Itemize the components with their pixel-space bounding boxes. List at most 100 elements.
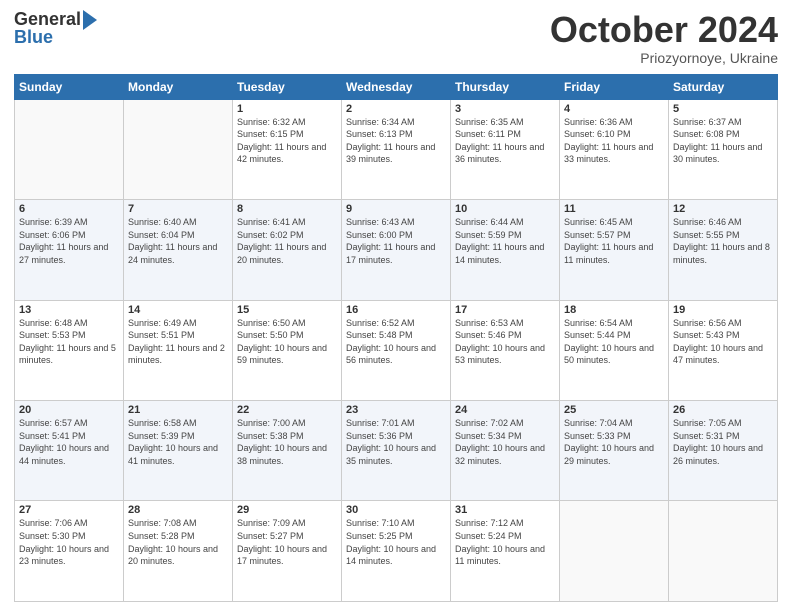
day-number: 10 xyxy=(455,203,555,215)
day-info: Sunrise: 6:46 AMSunset: 5:55 PMDaylight:… xyxy=(673,216,773,266)
day-info: Sunrise: 6:45 AMSunset: 5:57 PMDaylight:… xyxy=(564,216,664,266)
calendar-cell: 29Sunrise: 7:09 AMSunset: 5:27 PMDayligh… xyxy=(233,501,342,602)
calendar-cell: 3Sunrise: 6:35 AMSunset: 6:11 PMDaylight… xyxy=(451,99,560,199)
weekday-header-row: SundayMondayTuesdayWednesdayThursdayFrid… xyxy=(15,74,778,99)
calendar-cell: 5Sunrise: 6:37 AMSunset: 6:08 PMDaylight… xyxy=(669,99,778,199)
weekday-header-sunday: Sunday xyxy=(15,74,124,99)
calendar-cell: 16Sunrise: 6:52 AMSunset: 5:48 PMDayligh… xyxy=(342,300,451,400)
day-info: Sunrise: 6:35 AMSunset: 6:11 PMDaylight:… xyxy=(455,116,555,166)
day-info: Sunrise: 6:52 AMSunset: 5:48 PMDaylight:… xyxy=(346,317,446,367)
calendar-week-row: 20Sunrise: 6:57 AMSunset: 5:41 PMDayligh… xyxy=(15,401,778,501)
day-number: 18 xyxy=(564,304,664,316)
day-info: Sunrise: 6:48 AMSunset: 5:53 PMDaylight:… xyxy=(19,317,119,367)
calendar-week-row: 13Sunrise: 6:48 AMSunset: 5:53 PMDayligh… xyxy=(15,300,778,400)
location-subtitle: Priozyornoye, Ukraine xyxy=(550,50,778,66)
day-number: 27 xyxy=(19,504,119,516)
calendar-cell: 4Sunrise: 6:36 AMSunset: 6:10 PMDaylight… xyxy=(560,99,669,199)
day-info: Sunrise: 7:04 AMSunset: 5:33 PMDaylight:… xyxy=(564,417,664,467)
calendar-cell: 22Sunrise: 7:00 AMSunset: 5:38 PMDayligh… xyxy=(233,401,342,501)
calendar-cell: 9Sunrise: 6:43 AMSunset: 6:00 PMDaylight… xyxy=(342,200,451,300)
day-info: Sunrise: 7:02 AMSunset: 5:34 PMDaylight:… xyxy=(455,417,555,467)
day-number: 5 xyxy=(673,103,773,115)
calendar-cell: 10Sunrise: 6:44 AMSunset: 5:59 PMDayligh… xyxy=(451,200,560,300)
day-number: 1 xyxy=(237,103,337,115)
day-number: 19 xyxy=(673,304,773,316)
calendar-cell: 31Sunrise: 7:12 AMSunset: 5:24 PMDayligh… xyxy=(451,501,560,602)
calendar-cell: 15Sunrise: 6:50 AMSunset: 5:50 PMDayligh… xyxy=(233,300,342,400)
day-info: Sunrise: 7:12 AMSunset: 5:24 PMDaylight:… xyxy=(455,517,555,567)
day-number: 12 xyxy=(673,203,773,215)
calendar-cell: 7Sunrise: 6:40 AMSunset: 6:04 PMDaylight… xyxy=(124,200,233,300)
calendar-cell: 23Sunrise: 7:01 AMSunset: 5:36 PMDayligh… xyxy=(342,401,451,501)
day-info: Sunrise: 6:39 AMSunset: 6:06 PMDaylight:… xyxy=(19,216,119,266)
day-number: 3 xyxy=(455,103,555,115)
calendar-cell: 2Sunrise: 6:34 AMSunset: 6:13 PMDaylight… xyxy=(342,99,451,199)
day-info: Sunrise: 6:49 AMSunset: 5:51 PMDaylight:… xyxy=(128,317,228,367)
calendar-cell: 25Sunrise: 7:04 AMSunset: 5:33 PMDayligh… xyxy=(560,401,669,501)
day-number: 21 xyxy=(128,404,228,416)
day-info: Sunrise: 6:53 AMSunset: 5:46 PMDaylight:… xyxy=(455,317,555,367)
day-info: Sunrise: 6:32 AMSunset: 6:15 PMDaylight:… xyxy=(237,116,337,166)
calendar-cell: 30Sunrise: 7:10 AMSunset: 5:25 PMDayligh… xyxy=(342,501,451,602)
page: General Blue October 2024 Priozyornoye, … xyxy=(0,0,792,612)
calendar-cell: 6Sunrise: 6:39 AMSunset: 6:06 PMDaylight… xyxy=(15,200,124,300)
calendar-cell: 11Sunrise: 6:45 AMSunset: 5:57 PMDayligh… xyxy=(560,200,669,300)
day-info: Sunrise: 6:58 AMSunset: 5:39 PMDaylight:… xyxy=(128,417,228,467)
day-number: 13 xyxy=(19,304,119,316)
calendar-week-row: 1Sunrise: 6:32 AMSunset: 6:15 PMDaylight… xyxy=(15,99,778,199)
calendar-cell: 27Sunrise: 7:06 AMSunset: 5:30 PMDayligh… xyxy=(15,501,124,602)
calendar-cell: 12Sunrise: 6:46 AMSunset: 5:55 PMDayligh… xyxy=(669,200,778,300)
day-number: 22 xyxy=(237,404,337,416)
calendar-week-row: 27Sunrise: 7:06 AMSunset: 5:30 PMDayligh… xyxy=(15,501,778,602)
day-number: 11 xyxy=(564,203,664,215)
day-info: Sunrise: 7:08 AMSunset: 5:28 PMDaylight:… xyxy=(128,517,228,567)
day-number: 4 xyxy=(564,103,664,115)
calendar-cell xyxy=(124,99,233,199)
month-title: October 2024 xyxy=(550,10,778,50)
day-number: 31 xyxy=(455,504,555,516)
day-info: Sunrise: 6:41 AMSunset: 6:02 PMDaylight:… xyxy=(237,216,337,266)
calendar-cell: 21Sunrise: 6:58 AMSunset: 5:39 PMDayligh… xyxy=(124,401,233,501)
calendar-cell: 8Sunrise: 6:41 AMSunset: 6:02 PMDaylight… xyxy=(233,200,342,300)
day-number: 8 xyxy=(237,203,337,215)
day-info: Sunrise: 6:34 AMSunset: 6:13 PMDaylight:… xyxy=(346,116,446,166)
day-number: 6 xyxy=(19,203,119,215)
day-number: 7 xyxy=(128,203,228,215)
day-info: Sunrise: 6:54 AMSunset: 5:44 PMDaylight:… xyxy=(564,317,664,367)
day-info: Sunrise: 7:06 AMSunset: 5:30 PMDaylight:… xyxy=(19,517,119,567)
logo-arrow-icon xyxy=(83,10,97,30)
day-info: Sunrise: 6:36 AMSunset: 6:10 PMDaylight:… xyxy=(564,116,664,166)
day-info: Sunrise: 6:40 AMSunset: 6:04 PMDaylight:… xyxy=(128,216,228,266)
calendar-cell xyxy=(560,501,669,602)
calendar-week-row: 6Sunrise: 6:39 AMSunset: 6:06 PMDaylight… xyxy=(15,200,778,300)
weekday-header-tuesday: Tuesday xyxy=(233,74,342,99)
calendar-cell: 13Sunrise: 6:48 AMSunset: 5:53 PMDayligh… xyxy=(15,300,124,400)
day-info: Sunrise: 7:10 AMSunset: 5:25 PMDaylight:… xyxy=(346,517,446,567)
day-info: Sunrise: 7:05 AMSunset: 5:31 PMDaylight:… xyxy=(673,417,773,467)
calendar-cell: 26Sunrise: 7:05 AMSunset: 5:31 PMDayligh… xyxy=(669,401,778,501)
day-number: 2 xyxy=(346,103,446,115)
day-number: 24 xyxy=(455,404,555,416)
calendar-cell: 24Sunrise: 7:02 AMSunset: 5:34 PMDayligh… xyxy=(451,401,560,501)
calendar-cell: 19Sunrise: 6:56 AMSunset: 5:43 PMDayligh… xyxy=(669,300,778,400)
calendar-cell: 17Sunrise: 6:53 AMSunset: 5:46 PMDayligh… xyxy=(451,300,560,400)
logo: General Blue xyxy=(14,10,97,46)
title-block: October 2024 Priozyornoye, Ukraine xyxy=(550,10,778,66)
weekday-header-monday: Monday xyxy=(124,74,233,99)
logo-text: General xyxy=(14,10,97,28)
calendar-cell: 28Sunrise: 7:08 AMSunset: 5:28 PMDayligh… xyxy=(124,501,233,602)
day-number: 30 xyxy=(346,504,446,516)
day-number: 16 xyxy=(346,304,446,316)
day-number: 23 xyxy=(346,404,446,416)
day-number: 28 xyxy=(128,504,228,516)
day-info: Sunrise: 7:01 AMSunset: 5:36 PMDaylight:… xyxy=(346,417,446,467)
day-number: 17 xyxy=(455,304,555,316)
day-number: 29 xyxy=(237,504,337,516)
day-info: Sunrise: 6:44 AMSunset: 5:59 PMDaylight:… xyxy=(455,216,555,266)
calendar-cell xyxy=(15,99,124,199)
day-info: Sunrise: 7:00 AMSunset: 5:38 PMDaylight:… xyxy=(237,417,337,467)
day-info: Sunrise: 6:57 AMSunset: 5:41 PMDaylight:… xyxy=(19,417,119,467)
calendar-cell: 1Sunrise: 6:32 AMSunset: 6:15 PMDaylight… xyxy=(233,99,342,199)
day-info: Sunrise: 7:09 AMSunset: 5:27 PMDaylight:… xyxy=(237,517,337,567)
calendar-cell: 14Sunrise: 6:49 AMSunset: 5:51 PMDayligh… xyxy=(124,300,233,400)
